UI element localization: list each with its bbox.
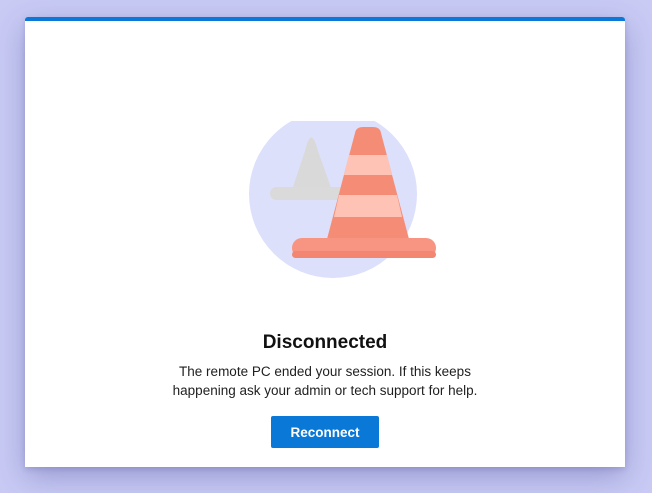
- reconnect-button[interactable]: Reconnect: [271, 416, 379, 448]
- dialog-message-line-1: The remote PC ended your session. If thi…: [179, 364, 471, 379]
- dialog-title: Disconnected: [262, 332, 388, 353]
- dialog-message: The remote PC ended your session. If thi…: [25, 362, 625, 400]
- dialog-message-line-2: happening ask your admin or tech support…: [172, 383, 478, 398]
- traffic-cone-icon: [249, 121, 436, 278]
- disconnected-dialog: Disconnected The remote PC ended your se…: [25, 17, 625, 467]
